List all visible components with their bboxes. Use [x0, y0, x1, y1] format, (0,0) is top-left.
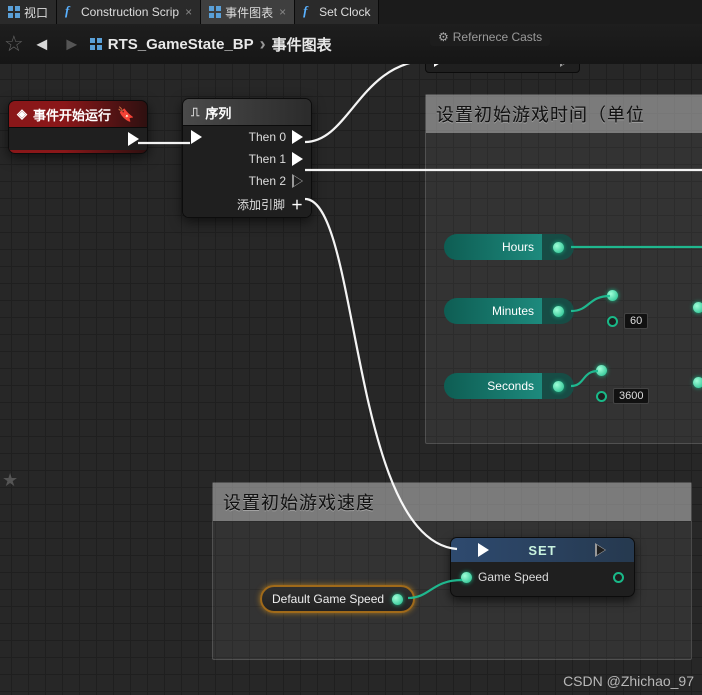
close-icon[interactable]: × — [185, 5, 192, 19]
chevron-right-icon: › — [260, 34, 266, 55]
minutes-out[interactable] — [693, 302, 702, 313]
grid-icon — [90, 38, 102, 50]
seconds-pin[interactable]: Seconds — [444, 373, 574, 399]
pin-label: Then 1 — [249, 152, 286, 166]
function-icon: f — [65, 6, 77, 18]
node-header: SET — [451, 538, 634, 562]
breadcrumb-bar: ☆ ◄ ► RTS_GameState_BP › 事件图表 — [0, 24, 702, 64]
event-icon: ◈ — [17, 106, 27, 122]
exec-out-pin-0[interactable] — [292, 130, 303, 144]
tab-set-clock[interactable]: f Set Clock — [295, 0, 379, 24]
exec-out-pin-1[interactable] — [292, 152, 303, 166]
close-icon[interactable]: × — [279, 5, 286, 19]
node-row: Then 2 — [183, 170, 311, 192]
tab-event-graph[interactable]: 事件图表 × — [201, 0, 295, 24]
comment-title[interactable]: 设置初始游戏时间（单位 — [426, 95, 702, 133]
node-title: 序列 — [205, 103, 231, 122]
node-row: Game Speed — [451, 564, 634, 590]
data-pin[interactable] — [553, 381, 564, 392]
pin-label: Then 0 — [249, 130, 286, 144]
node-title: 事件开始运行 — [33, 105, 111, 124]
data-pin[interactable] — [607, 290, 618, 301]
grid-icon — [209, 6, 221, 18]
seconds-out[interactable] — [693, 377, 702, 388]
value-box[interactable]: 3600 — [613, 388, 649, 404]
pin-label: Then 2 — [249, 174, 286, 188]
watermark: CSDN @Zhichao_97 — [563, 673, 694, 689]
reference-casts-label: ⚙ Refernece Casts — [430, 28, 550, 46]
nav-back-button[interactable]: ◄ — [30, 32, 54, 56]
minutes-pin[interactable]: Minutes — [444, 298, 574, 324]
tab-label: 事件图表 — [225, 4, 273, 21]
sequence-icon: ⎍ — [191, 105, 199, 120]
data-pin[interactable] — [596, 391, 607, 402]
data-out-pin[interactable] — [392, 594, 403, 605]
plus-icon: ＋ — [291, 196, 303, 213]
bookmark-star-icon[interactable]: ★ — [2, 470, 18, 491]
tab-bar: 视口 f Construction Scrip × 事件图表 × f Set C… — [0, 0, 702, 24]
data-pin[interactable] — [553, 242, 564, 253]
default-game-speed-var[interactable]: Default Game Speed — [260, 585, 415, 613]
seconds-mult-in[interactable] — [596, 365, 607, 376]
set-game-speed-node[interactable]: SET Game Speed — [450, 537, 635, 597]
data-pin[interactable] — [596, 365, 607, 376]
hours-pin[interactable]: Hours — [444, 234, 574, 260]
var-label: Default Game Speed — [272, 592, 384, 606]
exec-in-pin[interactable] — [191, 130, 202, 144]
breadcrumb-root: RTS_GameState_BP — [108, 36, 254, 53]
value-box[interactable]: 60 — [624, 313, 648, 329]
node-row: Then 1 — [183, 148, 311, 170]
minutes-mult-in[interactable] — [607, 290, 618, 301]
node-header: ⎍ 序列 — [183, 99, 311, 125]
minutes-const-in[interactable]: 60 — [607, 313, 648, 329]
comment-title[interactable]: 设置初始游戏速度 — [213, 483, 691, 521]
data-pin[interactable] — [607, 316, 618, 327]
add-pin-label: 添加引脚 — [237, 196, 285, 213]
nav-forward-button[interactable]: ► — [60, 32, 84, 56]
bookmark-icon[interactable]: 🔖 — [117, 106, 134, 123]
var-name: Game Speed — [478, 570, 549, 584]
data-pin[interactable] — [693, 302, 702, 313]
add-pin-row[interactable]: 添加引脚 ＋ — [183, 192, 311, 217]
tab-label: Set Clock — [319, 5, 370, 19]
favorite-icon[interactable]: ☆ — [4, 31, 24, 57]
node-header: ◈ 事件开始运行 🔖 — [9, 101, 147, 127]
breadcrumb[interactable]: RTS_GameState_BP › 事件图表 — [90, 34, 332, 55]
exec-in-pin[interactable] — [478, 543, 489, 557]
sequence-node[interactable]: ⎍ 序列 Then 0 Then 1 Then 2 添加引脚 ＋ — [182, 98, 312, 218]
tab-viewport[interactable]: 视口 — [0, 0, 57, 24]
node-title: SET — [528, 543, 556, 558]
tab-label: Construction Scrip — [81, 5, 179, 19]
data-pin[interactable] — [693, 377, 702, 388]
function-icon: f — [303, 6, 315, 18]
tab-label: 视口 — [24, 4, 48, 21]
tab-construction-script[interactable]: f Construction Scrip × — [57, 0, 201, 24]
exec-out-pin[interactable] — [128, 132, 139, 146]
data-pin[interactable] — [553, 306, 564, 317]
exec-out-pin[interactable] — [595, 543, 606, 557]
gear-icon: ⚙ — [438, 30, 449, 44]
data-in-pin[interactable] — [461, 572, 472, 583]
node-row: Then 0 — [183, 126, 311, 148]
grid-icon — [8, 6, 20, 18]
seconds-const-in[interactable]: 3600 — [596, 388, 649, 404]
event-beginplay-node[interactable]: ◈ 事件开始运行 🔖 — [8, 100, 148, 154]
data-out-pin[interactable] — [613, 572, 624, 583]
breadcrumb-leaf: 事件图表 — [272, 34, 332, 55]
exec-out-pin-2[interactable] — [292, 174, 303, 188]
